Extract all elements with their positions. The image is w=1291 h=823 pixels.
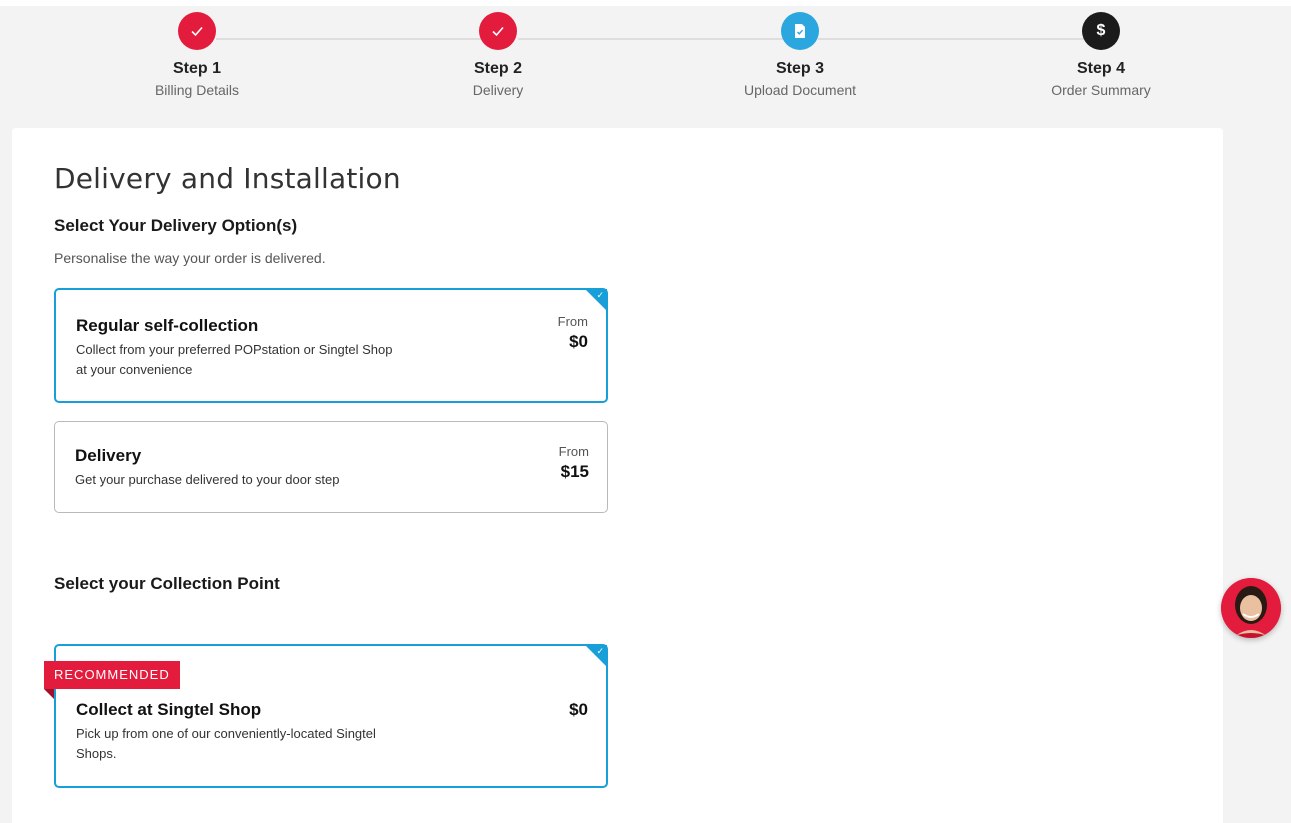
price-prefix: From (558, 444, 589, 459)
step-title: Step 3 (775, 60, 824, 77)
price-prefix: From (557, 314, 588, 329)
delivery-options-description: Personalise the way your order is delive… (54, 250, 326, 266)
option-title: Delivery (75, 446, 142, 465)
option-price: $15 (560, 462, 589, 481)
delivery-options-heading: Select Your Delivery Option(s) (54, 216, 298, 235)
collection-point-heading: Select your Collection Point (54, 574, 280, 593)
step-subtitle: Billing Details (154, 82, 240, 98)
check-icon: ✓ (596, 646, 604, 656)
document-icon (781, 12, 819, 50)
step-subtitle: Upload Document (743, 82, 857, 98)
option-title: Collect at Singtel Shop (76, 700, 262, 719)
step-title: Step 2 (473, 60, 522, 77)
check-icon (479, 12, 517, 50)
checkout-stepper: Step 1 Billing Details Step 2 Delivery S… (0, 6, 1291, 126)
step-subtitle: Delivery (472, 82, 524, 98)
step-title: Step 4 (1076, 60, 1125, 77)
check-icon: ✓ (596, 290, 604, 300)
page-title: Delivery and Installation (54, 162, 401, 195)
step-title: Step 1 (172, 60, 221, 77)
step-1[interactable]: Step 1 Billing Details (97, 12, 297, 98)
option-price: $0 (569, 332, 588, 351)
delivery-option-self-collection[interactable]: ✓ Regular self-collection Collect from y… (54, 288, 608, 403)
step-2[interactable]: Step 2 Delivery (398, 12, 598, 98)
option-description: Get your purchase delivered to your door… (75, 472, 340, 487)
delivery-card: Delivery and Installation Select Your De… (12, 128, 1223, 823)
delivery-option-delivery[interactable]: Delivery Get your purchase delivered to … (54, 421, 608, 513)
dollar-icon: $ (1082, 12, 1120, 50)
option-title: Regular self-collection (76, 316, 259, 335)
step-3[interactable]: Step 3 Upload Document (700, 12, 900, 98)
recommended-badge: RECOMMENDED (44, 661, 180, 689)
option-price: $0 (569, 700, 588, 719)
option-description: Collect from your preferred POPstation o… (76, 342, 393, 377)
chat-agent-avatar-icon[interactable] (1221, 578, 1281, 638)
option-description: Pick up from one of our conveniently-loc… (76, 726, 376, 761)
step-subtitle: Order Summary (1051, 82, 1151, 98)
step-4[interactable]: $ Step 4 Order Summary (1001, 12, 1201, 98)
badge-ribbon-fold (44, 689, 54, 699)
collection-option-singtel-shop[interactable]: ✓ RECOMMENDED Collect at Singtel Shop Pi… (44, 644, 608, 788)
check-icon (178, 12, 216, 50)
